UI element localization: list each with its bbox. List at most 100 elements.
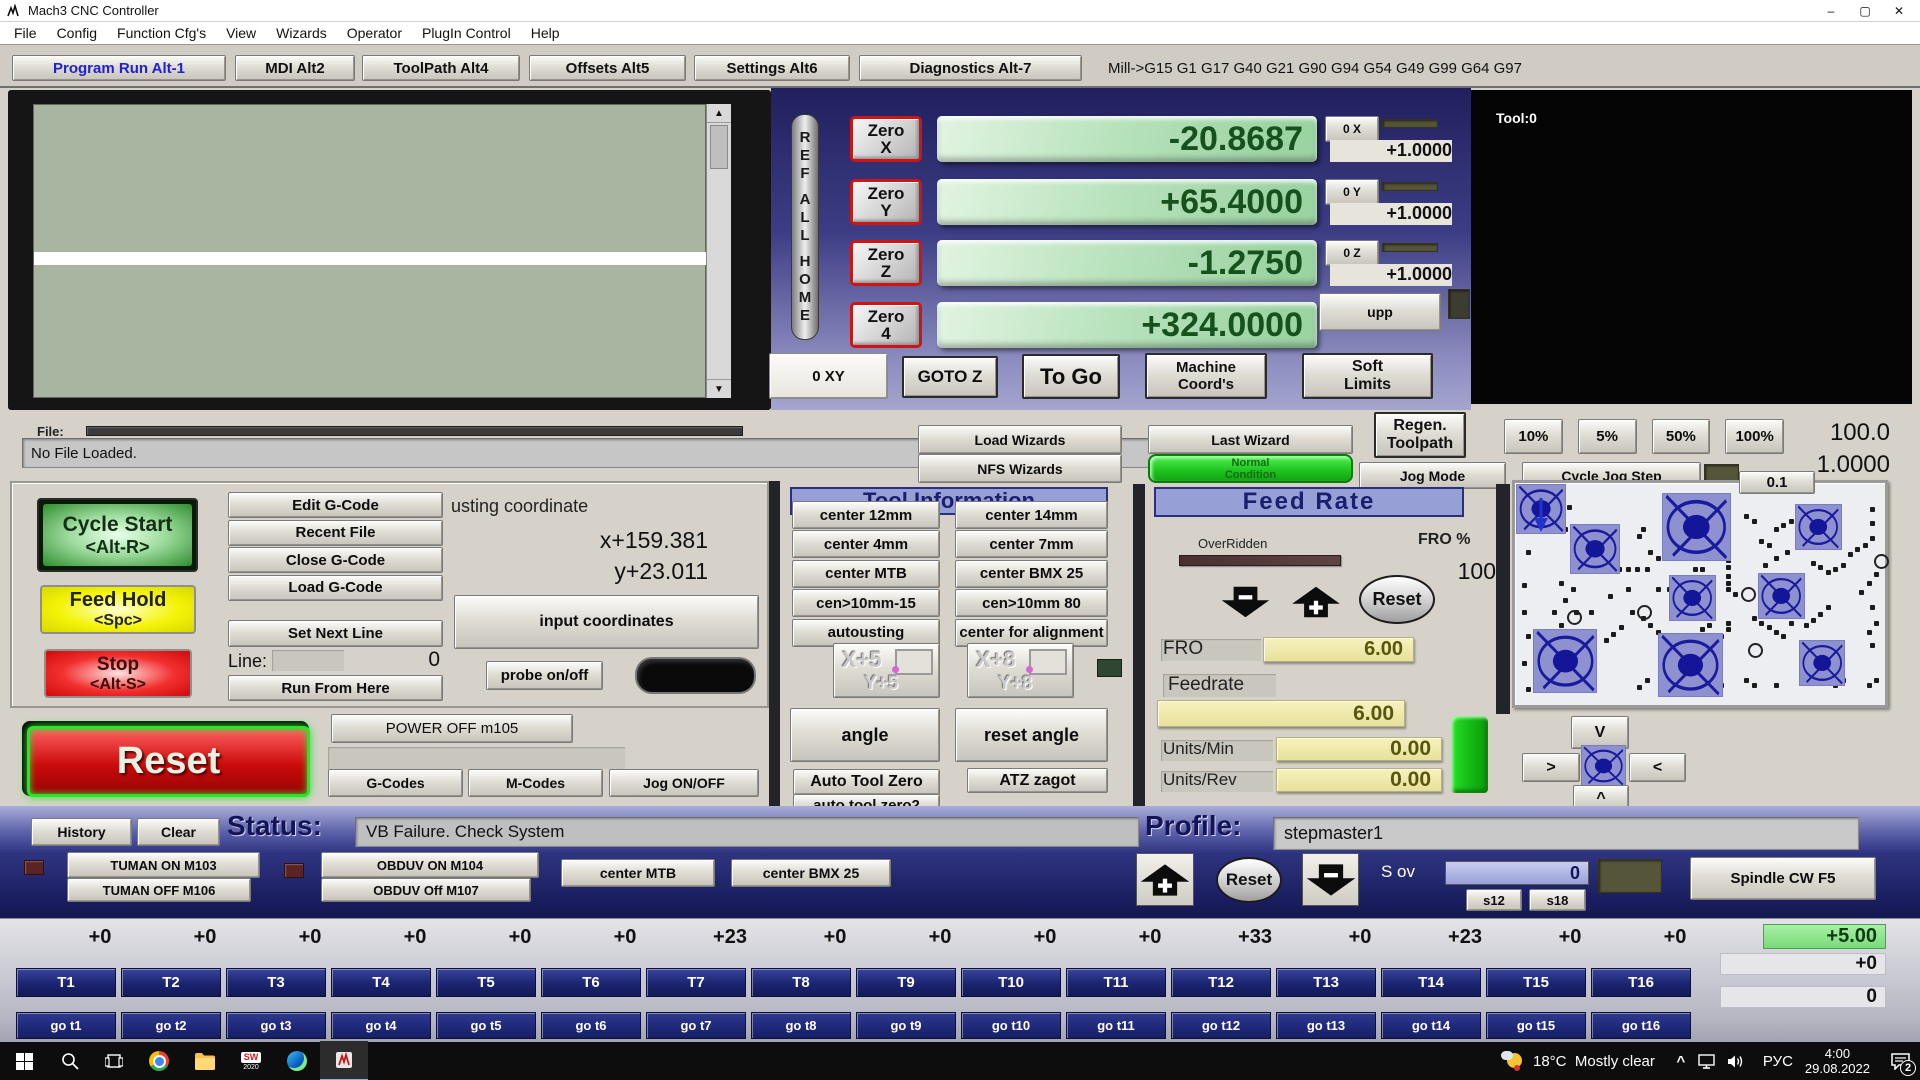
feed-plus-button[interactable] (1288, 585, 1344, 619)
feed-minus-button[interactable] (1218, 585, 1273, 619)
tool-info-cen-10mm-80-button[interactable]: cen>10mm 80 (955, 589, 1108, 617)
zero-x-button[interactable]: ZeroX (850, 116, 922, 162)
tool-button-t6[interactable]: T6 (541, 968, 641, 997)
tool-button-t10[interactable]: T10 (961, 968, 1061, 997)
zero-4-button[interactable]: Zero4 (850, 302, 922, 348)
tool-button-t13[interactable]: T13 (1276, 968, 1376, 997)
gcode-list[interactable] (33, 104, 706, 398)
tool-button-t15[interactable]: T15 (1486, 968, 1586, 997)
toolpath-mini-panel[interactable] (1512, 480, 1888, 708)
tuman-off-button[interactable]: TUMAN OFF M106 (67, 878, 251, 902)
tool-button-t16[interactable]: T16 (1591, 968, 1691, 997)
zero-small-z-button[interactable]: 0 Z (1325, 240, 1379, 266)
menu-item-config[interactable]: Config (47, 25, 107, 41)
tab-mdi-alt2[interactable]: MDI Alt2 (235, 55, 355, 81)
power-off-button[interactable]: POWER OFF m105 (331, 714, 573, 743)
go-tool-button-go-t8[interactable]: go t8 (751, 1012, 851, 1039)
go-tool-button-go-t9[interactable]: go t9 (856, 1012, 956, 1039)
go-tool-button-go-t1[interactable]: go t1 (16, 1012, 116, 1039)
tool-button-t3[interactable]: T3 (226, 968, 326, 997)
tool-info-center-12mm-button[interactable]: center 12mm (792, 501, 940, 529)
probe-onoff-button[interactable]: probe on/off (486, 661, 603, 690)
reset-button[interactable]: Reset (22, 721, 309, 796)
scroll-down-icon[interactable]: ▼ (707, 379, 731, 398)
input-coordinates-button[interactable]: input coordinates (454, 595, 759, 649)
tool-info-center-7mm-button[interactable]: center 7mm (955, 530, 1108, 558)
go-tool-button-go-t2[interactable]: go t2 (121, 1012, 221, 1039)
clear-button[interactable]: Clear (137, 818, 220, 846)
menu-item-operator[interactable]: Operator (337, 25, 412, 41)
tray-expand-caret[interactable]: ^ (1669, 1053, 1693, 1070)
maximize-button[interactable]: ▢ (1848, 3, 1882, 19)
task-view-icon[interactable] (92, 1042, 136, 1080)
edge-icon[interactable] (274, 1042, 320, 1080)
menu-item-help[interactable]: Help (521, 25, 570, 41)
menu-item-function-cfg-s[interactable]: Function Cfg's (107, 25, 216, 41)
center-mtb-bottom-button[interactable]: center MTB (561, 859, 715, 887)
scroll-up-icon[interactable]: ▲ (707, 104, 731, 123)
feed-hold-button[interactable]: Feed Hold <Spc> (40, 585, 196, 634)
toolpath-preview[interactable]: Tool:0 (1471, 90, 1912, 404)
m-codes-button[interactable]: M-Codes (468, 769, 603, 797)
chrome-icon[interactable] (136, 1042, 182, 1080)
network-icon[interactable] (1693, 1042, 1721, 1080)
s18-button[interactable]: s18 (1529, 889, 1586, 911)
weather-icon[interactable] (1495, 1042, 1529, 1080)
jog-left-button[interactable]: > (1522, 753, 1580, 782)
spindle-plus-button[interactable] (1136, 853, 1194, 906)
probe-xy8-button[interactable]: X+8 Y+8 (967, 643, 1074, 698)
menu-item-wizards[interactable]: Wizards (266, 25, 337, 41)
jog-percent-10-button[interactable]: 10% (1504, 419, 1563, 454)
jog-percent-50-button[interactable]: 50% (1652, 419, 1711, 454)
tab-program-run-alt-1[interactable]: Program Run Alt-1 (12, 55, 226, 81)
go-tool-button-go-t4[interactable]: go t4 (331, 1012, 431, 1039)
go-tool-button-go-t16[interactable]: go t16 (1591, 1012, 1691, 1039)
jog-up-button[interactable]: V (1571, 716, 1629, 749)
language-indicator[interactable]: РУС (1763, 1053, 1793, 1070)
tool-info-center-mtb-button[interactable]: center MTB (792, 560, 940, 588)
spindle-reset-button[interactable]: Reset (1216, 857, 1282, 903)
set-next-line-button[interactable]: Set Next Line (228, 620, 443, 647)
go-tool-button-go-t15[interactable]: go t15 (1486, 1012, 1586, 1039)
jog-center-fiducial-button[interactable] (1582, 746, 1625, 786)
menu-item-plugin-control[interactable]: PlugIn Control (412, 25, 521, 41)
scale-slider-x[interactable] (1382, 119, 1438, 128)
zero-xy-button[interactable]: 0 XY (769, 353, 888, 399)
minimize-button[interactable]: – (1814, 3, 1848, 19)
go-tool-button-go-t5[interactable]: go t5 (436, 1012, 536, 1039)
angle-button[interactable]: angle (790, 708, 940, 762)
tab-offsets-alt5[interactable]: Offsets Alt5 (529, 55, 686, 81)
gcode-scrollbar[interactable]: ▲ ▼ (706, 104, 731, 398)
dro-axis-4[interactable]: +324.0000 (937, 302, 1317, 348)
load-g-code-button[interactable]: Load G-Code (228, 575, 443, 601)
close-button[interactable]: ✕ (1882, 3, 1916, 19)
go-tool-button-go-t6[interactable]: go t6 (541, 1012, 641, 1039)
feedrate-value[interactable]: 6.00 (1157, 700, 1405, 727)
g-codes-button[interactable]: G-Codes (328, 769, 463, 797)
jog-percent-100-button[interactable]: 100% (1725, 419, 1784, 454)
tool-info-cen-10mm-15-button[interactable]: cen>10mm-15 (792, 589, 940, 617)
load-wizards-button[interactable]: Load Wizards (918, 425, 1122, 454)
tool-button-t8[interactable]: T8 (751, 968, 851, 997)
mach3-taskbar-icon[interactable] (320, 1041, 368, 1080)
feed-reset-button[interactable]: Reset (1359, 575, 1435, 624)
go-tool-button-go-t12[interactable]: go t12 (1171, 1012, 1271, 1039)
jog-step-small-button[interactable]: 0.1 (1739, 471, 1815, 494)
obduv-off-button[interactable]: OBDUV Off M107 (321, 878, 531, 902)
scroll-thumb[interactable] (710, 125, 728, 169)
scale-slider-y[interactable] (1382, 182, 1438, 191)
atz-zagot-button[interactable]: ATZ zagot (967, 768, 1108, 793)
tool-button-t12[interactable]: T12 (1171, 968, 1271, 997)
file-explorer-icon[interactable] (182, 1042, 228, 1080)
upp-button[interactable]: upp (1319, 293, 1441, 331)
soft-limits-button[interactable]: SoftLimits (1302, 353, 1433, 399)
tool-button-t11[interactable]: T11 (1066, 968, 1166, 997)
tool-button-t4[interactable]: T4 (331, 968, 431, 997)
center-bmx-bottom-button[interactable]: center BMX 25 (731, 859, 891, 887)
spindle-override-bar[interactable]: 0 (1445, 861, 1589, 885)
go-tool-button-go-t10[interactable]: go t10 (961, 1012, 1061, 1039)
obduv-on-button[interactable]: OBDUV ON M104 (321, 852, 539, 878)
volume-icon[interactable] (1721, 1042, 1751, 1080)
run-from-here-button[interactable]: Run From Here (228, 675, 443, 701)
tuman-on-button[interactable]: TUMAN ON M103 (67, 852, 260, 878)
